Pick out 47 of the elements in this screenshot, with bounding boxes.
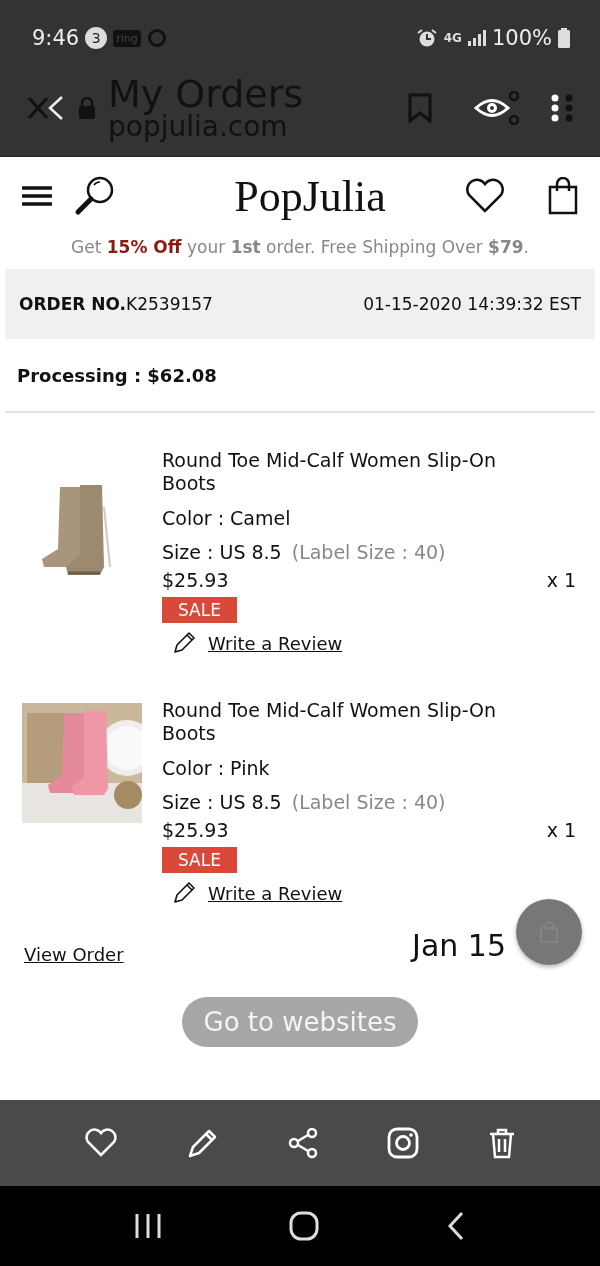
date-label: Jan 15: [412, 927, 506, 963]
sale-badge: SALE: [162, 597, 237, 623]
product-color: Color : Camel: [162, 507, 292, 529]
product-size: Size : US 8.5: [162, 541, 282, 563]
product-price: $25.93: [162, 819, 229, 841]
camera-icon[interactable]: [386, 1127, 419, 1159]
shopping-bag-icon[interactable]: [548, 177, 578, 215]
quantity: x 1: [546, 819, 576, 841]
label-size: (Label Size : 40): [291, 541, 446, 563]
heart-icon[interactable]: [464, 178, 506, 214]
lock-icon: [78, 97, 96, 119]
write-review-link[interactable]: Write a Review: [208, 882, 343, 904]
pencil-icon[interactable]: [172, 631, 196, 655]
share-icon[interactable]: [288, 1127, 318, 1159]
clock: 9:46: [32, 26, 80, 50]
signal-icon: [467, 30, 486, 46]
floating-shopping-button[interactable]: [516, 899, 582, 965]
home-icon[interactable]: [289, 1211, 319, 1241]
recent-apps-icon[interactable]: [133, 1213, 162, 1239]
product-size: Size : US 8.5: [162, 791, 282, 813]
order-number: ORDER NO.K2539157: [19, 294, 213, 314]
write-review-link[interactable]: Write a Review: [208, 632, 343, 654]
eye-icon[interactable]: [474, 91, 520, 125]
notification-count: 3: [85, 27, 108, 49]
pencil-icon[interactable]: [172, 881, 196, 905]
quantity: x 1: [546, 569, 576, 591]
sale-badge: SALE: [162, 847, 237, 873]
battery-icon: [558, 28, 570, 48]
product-price: $25.93: [162, 569, 229, 591]
network-label: 4G: [443, 31, 462, 45]
battery-level: 100%: [491, 26, 552, 50]
trash-icon[interactable]: [487, 1127, 516, 1159]
order-status: Processing : $62.08: [5, 339, 595, 413]
promo-text: Get 15% Off your 1st order. Free Shipping Over $79.: [70, 237, 530, 257]
order-date: 01-15-2020 14:39:32 EST: [363, 294, 581, 314]
site-logo[interactable]: PopJulia: [138, 170, 442, 222]
product-name[interactable]: Round Toe Mid-Calf Women Slip-On Boots: [162, 699, 576, 745]
product-color: Color : Pink: [162, 757, 271, 779]
view-order-link[interactable]: View Order: [24, 943, 124, 965]
heart-icon[interactable]: [84, 1128, 119, 1158]
label-size: (Label Size : 40): [291, 791, 446, 813]
alarm-icon: [415, 28, 438, 48]
menu-icon[interactable]: [22, 185, 52, 207]
search-icon[interactable]: [74, 175, 116, 217]
circle-icon: [146, 28, 167, 48]
menu-icon[interactable]: [550, 93, 574, 123]
product-name[interactable]: Round Toe Mid-Calf Women Slip-On Boots: [162, 449, 576, 495]
